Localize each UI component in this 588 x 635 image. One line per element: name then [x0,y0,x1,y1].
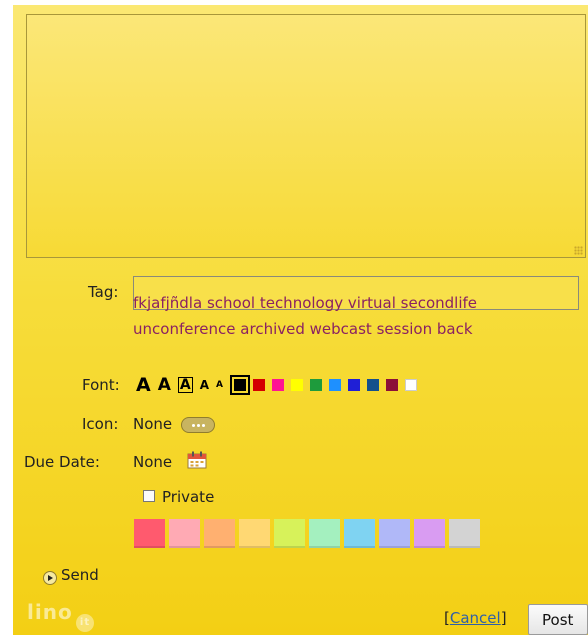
linoit-logo: lino it [27,600,94,635]
tag-label: Tag: [88,283,119,301]
ellipsis-icon [191,423,195,427]
tag-suggestion[interactable]: fkjafjñdla [133,294,202,312]
note-color-swatch[interactable] [449,519,480,548]
font-size-xsmall[interactable]: A [216,380,223,390]
cancel-wrapper: [Cancel] [444,609,507,627]
note-color-swatch[interactable] [239,519,270,548]
font-color-swatch[interactable] [405,379,417,391]
send-toggle[interactable]: Send [61,566,99,584]
tag-suggestion[interactable]: secondlife [401,294,477,312]
due-date-label: Due Date: [24,453,100,471]
font-color-swatch[interactable] [348,379,360,391]
note-color-palette [134,519,484,548]
font-color-swatch[interactable] [367,379,379,391]
font-size-xlarge[interactable]: A [136,375,151,395]
font-color-swatch[interactable] [291,379,303,391]
cancel-link[interactable]: Cancel [450,609,501,627]
tag-suggestion[interactable]: technology [260,294,343,312]
font-color-swatch[interactable] [329,379,341,391]
resize-grip[interactable] [574,246,583,255]
tag-suggestion[interactable]: back [437,320,473,338]
font-color-swatch[interactable] [272,379,284,391]
font-color-swatch[interactable] [230,375,250,395]
icon-picker-button[interactable] [181,417,215,433]
due-date-value: None [133,453,173,471]
note-color-swatch[interactable] [379,519,410,548]
note-color-swatch[interactable] [204,519,235,548]
font-size-medium-selected[interactable]: A [177,377,193,393]
note-color-swatch[interactable] [274,519,305,548]
tag-suggestion[interactable]: session [377,320,433,338]
calendar-icon[interactable] [187,451,207,469]
icon-label: Icon: [82,415,119,433]
note-text-area[interactable] [26,14,586,258]
font-size-small[interactable]: A [200,379,209,391]
font-color-swatch[interactable] [386,379,398,391]
note-color-swatch[interactable] [169,519,200,548]
font-options: A A A A A [136,374,424,396]
tag-suggestion[interactable]: unconference [133,320,236,338]
note-color-swatch[interactable] [344,519,375,548]
note-color-swatch[interactable] [134,519,165,548]
note-color-swatch[interactable] [309,519,340,548]
expand-arrow-icon[interactable] [43,571,57,585]
icon-value: None [133,415,173,433]
post-button[interactable]: Post [528,604,588,635]
private-checkbox[interactable] [143,490,155,502]
font-color-swatch[interactable] [253,379,265,391]
tag-suggestion[interactable]: archived [240,320,305,338]
font-size-large[interactable]: A [158,376,171,394]
tag-suggestion[interactable]: school [207,294,255,312]
font-color-swatch[interactable] [310,379,322,391]
private-label: Private [162,488,215,506]
tag-suggestion[interactable]: virtual [348,294,396,312]
font-label: Font: [82,376,120,394]
tag-suggestion[interactable]: webcast [310,320,372,338]
note-color-swatch[interactable] [414,519,445,548]
